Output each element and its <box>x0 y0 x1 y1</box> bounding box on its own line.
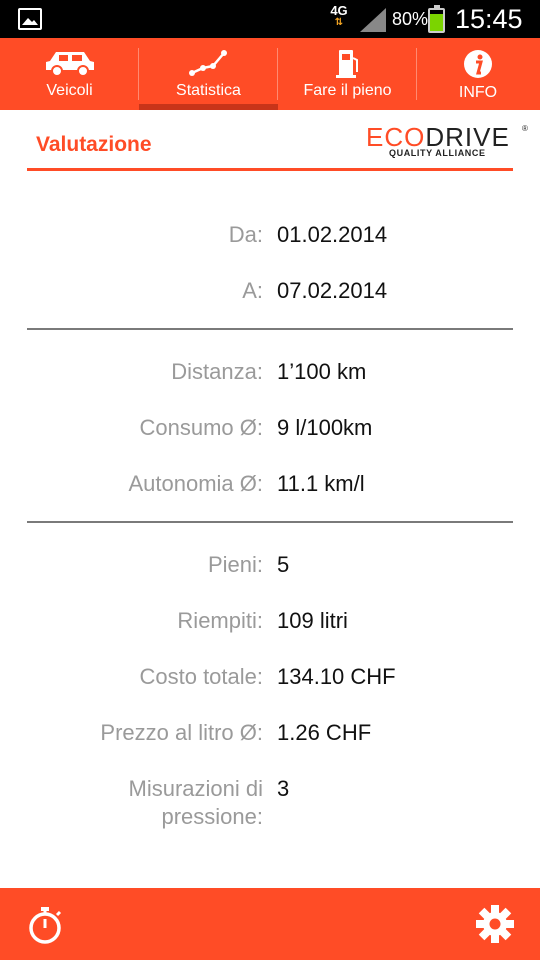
pressure-label: Misurazioni di pressione: <box>128 776 264 829</box>
tab-label: INFO <box>458 84 498 101</box>
tab-label: Fare il pieno <box>303 82 392 99</box>
top-tab-bar: Veicoli Statistica Fare il pieno INFO <box>0 38 540 110</box>
fillups-label: Pieni: <box>207 552 263 577</box>
status-clock: 15:45 <box>455 4 523 34</box>
avg-consumption-label: Consumo Ø: <box>139 415 264 440</box>
tab-info[interactable]: INFO <box>417 38 539 110</box>
to-label: A: <box>242 278 263 303</box>
status-bar: 4G ⇅ 80% 15:45 <box>0 0 540 38</box>
network-indicator: 4G ⇅ <box>328 4 350 29</box>
avg-consumption-value: 9 l/100km <box>277 415 373 440</box>
ecodrive-logo: ECODRIVE ® QUALITY ALLIANCE <box>366 122 528 158</box>
from-label: Da: <box>228 222 263 247</box>
avg-price-value: 1.26 CHF <box>277 720 372 745</box>
signal-strength-icon <box>360 8 386 32</box>
stopwatch-icon[interactable] <box>26 905 64 945</box>
distance-value: 1’100 km <box>277 359 367 384</box>
data-transfer-icon: ⇅ <box>334 17 344 28</box>
battery-percent: 80% <box>392 9 429 29</box>
tab-label: Statistica <box>176 82 241 99</box>
info-icon <box>464 50 492 78</box>
total-cost-label: Costo totale: <box>139 664 263 689</box>
gear-icon[interactable] <box>475 904 515 944</box>
section-divider <box>27 521 513 523</box>
active-tab-indicator <box>139 104 278 110</box>
filled-value: 109 litri <box>277 608 348 633</box>
filled-label: Riempiti: <box>177 608 263 633</box>
gallery-notification-icon <box>18 8 42 30</box>
battery-level-fill <box>430 14 443 31</box>
tab-fare-il-pieno[interactable]: Fare il pieno <box>278 38 417 110</box>
avg-range-value: 11.1 km/l <box>277 471 365 496</box>
bottom-action-bar <box>0 888 540 960</box>
avg-range-label: Autonomia Ø: <box>128 471 263 496</box>
distance-label: Distanza: <box>171 359 263 384</box>
battery-icon <box>428 5 445 33</box>
header-divider <box>27 168 513 171</box>
pressure-value: 3 <box>277 776 290 801</box>
from-value: 01.02.2014 <box>277 222 388 247</box>
tab-statistica[interactable]: Statistica <box>139 38 278 110</box>
fillups-value: 5 <box>277 552 290 577</box>
tab-veicoli[interactable]: Veicoli <box>0 38 139 110</box>
fuel-pump-icon <box>335 50 358 78</box>
total-cost-value: 134.10 CHF <box>277 664 396 689</box>
section-divider <box>27 328 513 330</box>
chart-line-icon <box>188 50 227 76</box>
to-value: 07.02.2014 <box>277 278 388 303</box>
car-icon <box>45 52 94 77</box>
page-title: Valutazione <box>36 133 152 156</box>
avg-price-label: Prezzo al litro Ø: <box>100 720 263 745</box>
tab-label: Veicoli <box>46 82 93 99</box>
